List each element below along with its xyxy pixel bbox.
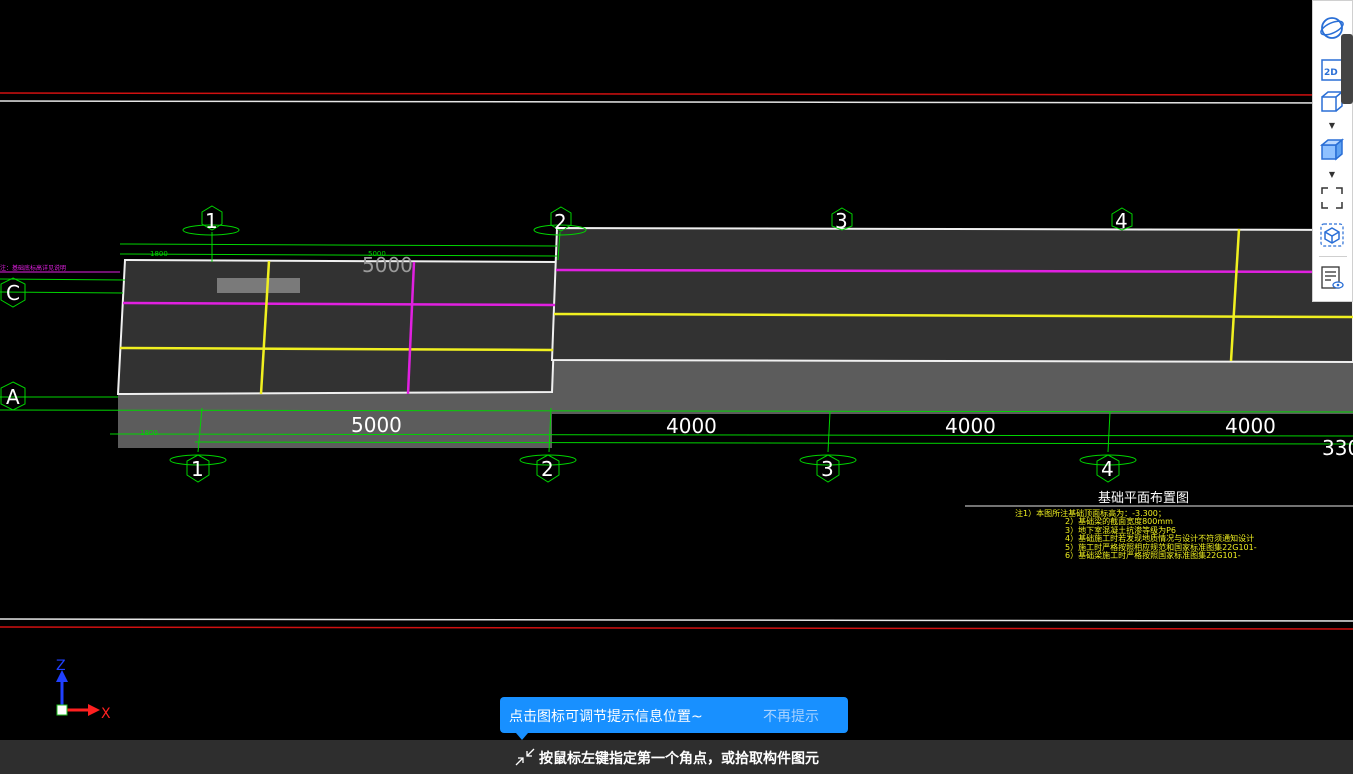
axis-label-1-bot: 1 [191, 457, 204, 481]
axis-label-3-bot: 3 [821, 457, 834, 481]
view-3d-wire-dropdown-icon[interactable]: ▼ [1327, 121, 1337, 131]
left-margin-note: 注：基础底标高详见说明 [0, 264, 66, 272]
fullscreen-icon [1321, 187, 1343, 209]
axis-label-4-top: 4 [1115, 209, 1128, 233]
title-block-note-2: 2）基础梁的截面宽度800mm [1065, 516, 1173, 526]
dimension-5000: 5000 [351, 413, 402, 437]
axis-tick-4-bot [1107, 411, 1111, 453]
axis-label-4-bot: 4 [1101, 457, 1114, 481]
dont-show-again-link[interactable]: 不再提示 [763, 706, 819, 726]
view-3d-solid-dropdown-icon[interactable]: ▼ [1327, 170, 1337, 180]
svg-text:2D: 2D [1324, 68, 1338, 78]
dimension-4000-b: 4000 [945, 414, 996, 438]
slab-right-side-face [552, 360, 1353, 414]
dimension-4000-a: 4000 [666, 414, 717, 438]
component-view-button[interactable] [1317, 220, 1347, 250]
command-prompt-bar: 按鼠标左键指定第一个角点，或拾取构件图元 [0, 740, 1353, 774]
fullscreen-button[interactable] [1317, 183, 1347, 213]
toolbar-divider [1319, 256, 1347, 257]
axis-label-2-bot: 2 [541, 457, 554, 481]
axis-label-2-top: 2 [554, 210, 567, 234]
drawing-canvas[interactable]: 1 2 3 4 1 2 3 4 C A 5000 4000 4000 4000 … [0, 0, 1353, 740]
dimension-330-partial: 330 [1322, 436, 1353, 460]
ucs-z-label: Z [56, 658, 66, 674]
small-dim-left-bot: 1800 [140, 429, 158, 437]
title-block-title: 基础平面布置图 [1098, 491, 1189, 506]
text-placeholder-block [217, 278, 300, 293]
slab-left-side-face [118, 392, 552, 448]
hint-tooltip: 点击图标可调节提示信息位置~ 不再提示 [500, 697, 848, 740]
collapse-arrows-icon[interactable] [514, 747, 536, 767]
axis-label-1-top: 1 [205, 209, 218, 233]
ucs-icon: Z X [56, 658, 111, 722]
dimension-4000-c: 4000 [1225, 414, 1276, 438]
title-block-note-4: 4）基础施工时若发现地质情况与设计不符须通知设计 [1065, 533, 1254, 543]
boundary-line-top-red [0, 92, 1353, 96]
display-settings-button[interactable] [1317, 263, 1347, 293]
axis-label-3-top: 3 [835, 209, 848, 233]
dim-line-top-1 [119, 243, 558, 247]
command-prompt-text: 按鼠标左键指定第一个角点，或拾取构件图元 [539, 751, 819, 767]
boundary-line-bottom-red [0, 626, 1353, 630]
dim-line-top-2 [119, 253, 558, 257]
ucs-x-label: X [101, 706, 111, 722]
small-dim-left-top: 1800 [150, 250, 168, 258]
small-dim-mid-top: 5000 [368, 250, 386, 258]
title-block-note-6: 6）基础梁施工时严格按照国家标准图集22G101- [1065, 550, 1241, 560]
slab-left-top[interactable] [116, 258, 559, 396]
scrollbar-handle[interactable] [1341, 34, 1353, 104]
view-3d-solid-icon [1319, 138, 1345, 161]
row-label-c: C [6, 281, 20, 305]
axis-tick-3-bot [827, 411, 831, 453]
boundary-line-bottom-white [0, 618, 1353, 622]
view-3d-solid-button[interactable] [1317, 135, 1347, 165]
row-label-a: A [6, 385, 20, 409]
grid-line-c [0, 278, 126, 281]
hint-arrow [516, 733, 528, 740]
display-settings-icon [1321, 266, 1344, 289]
component-view-icon [1320, 223, 1344, 247]
hint-text[interactable]: 点击图标可调节提示信息位置~ [509, 706, 703, 726]
boundary-line-top-white [0, 100, 1353, 104]
